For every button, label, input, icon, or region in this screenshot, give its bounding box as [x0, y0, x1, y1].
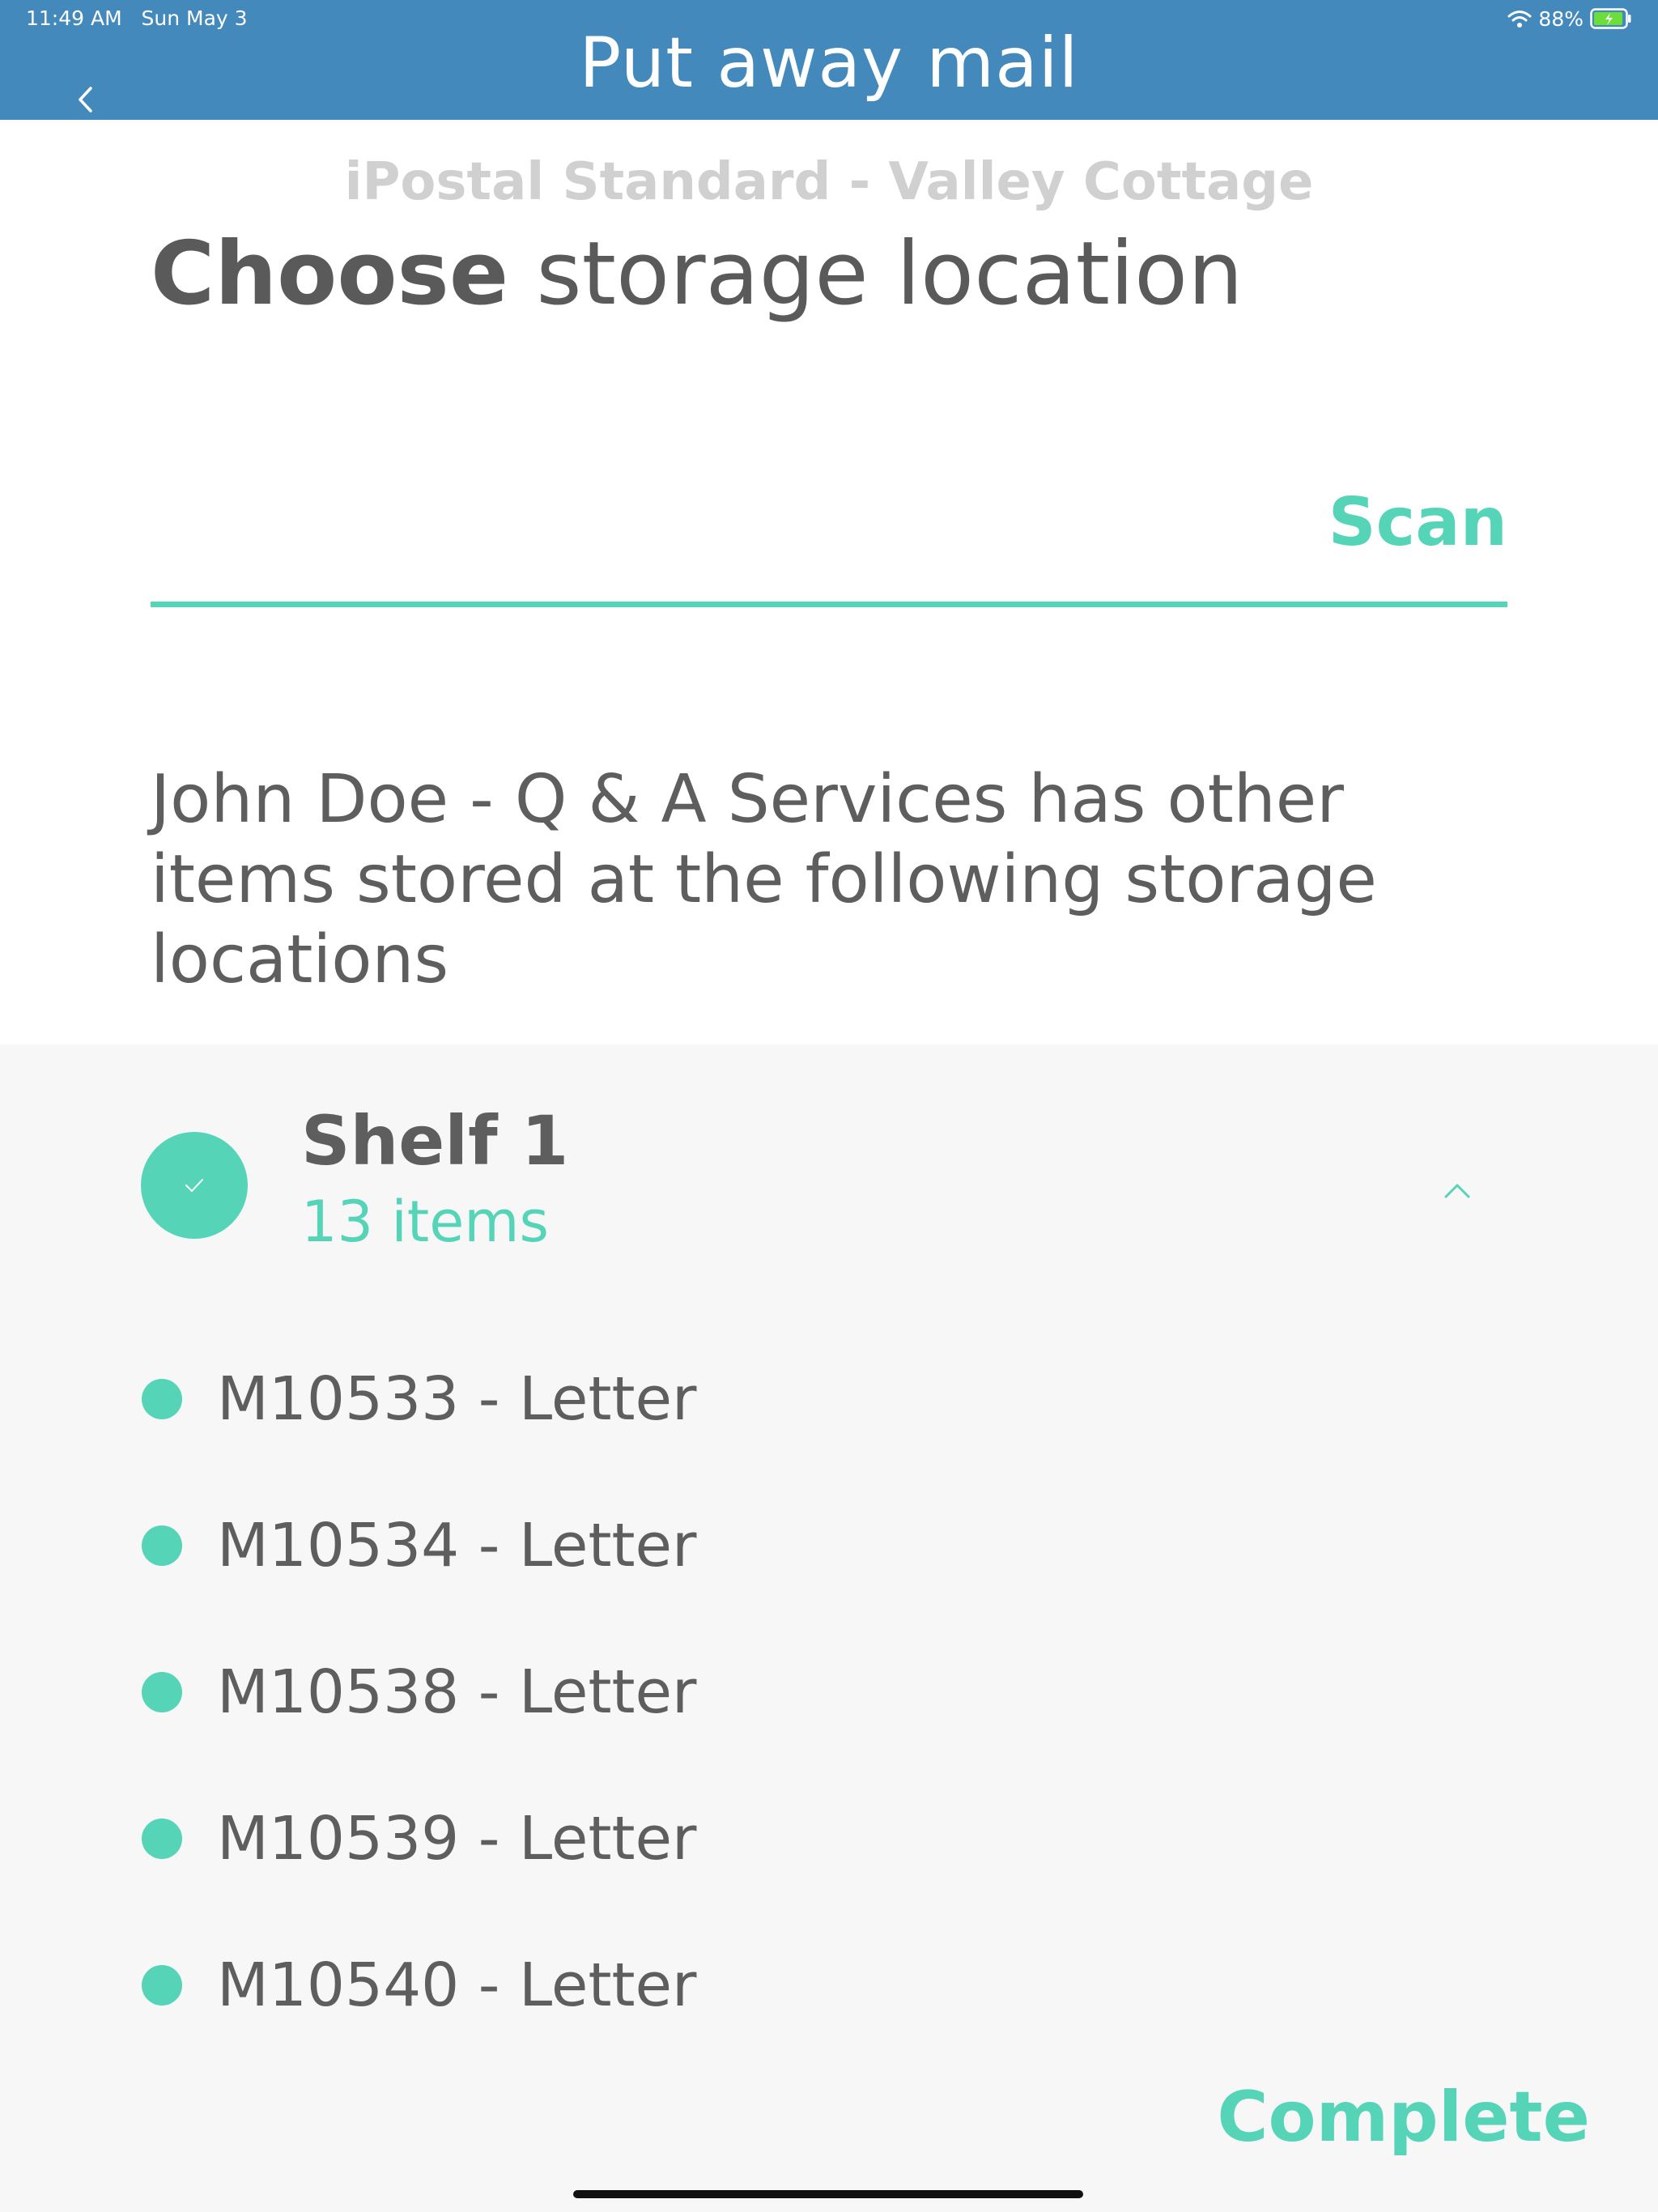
check-icon: [185, 1179, 203, 1192]
complete-button[interactable]: Complete: [1217, 2077, 1590, 2158]
item-label: M10540 - Letter: [217, 1950, 697, 2020]
list-item: M10538 - Letter: [0, 1652, 1658, 1798]
shelf-item-count: 13 items: [301, 1189, 549, 1255]
page-title: Put away mail: [579, 23, 1079, 104]
storage-location-input[interactable]: Scan: [151, 470, 1507, 607]
shelf-name: Shelf 1: [301, 1101, 569, 1180]
heading-rest: storage location: [508, 223, 1244, 325]
chevron-up-icon[interactable]: [1441, 1174, 1473, 1206]
section-heading: Choose storage location: [151, 231, 1244, 318]
item-label: M10533 - Letter: [217, 1364, 697, 1434]
bullet-dot: [142, 1379, 182, 1419]
list-item: M10534 - Letter: [0, 1505, 1658, 1652]
scan-button[interactable]: Scan: [1329, 484, 1507, 561]
shelf-check-badge: [141, 1132, 248, 1239]
shelf-item-list: M10533 - Letter M10534 - Letter M10538 -…: [0, 1359, 1658, 2091]
location-subtitle: iPostal Standard - Valley Cottage: [344, 152, 1314, 212]
list-item: M10539 - Letter: [0, 1798, 1658, 1945]
nav-header: 11:49 AM Sun May 3 88% Put away mail: [0, 0, 1658, 120]
info-text: John Doe - Q & A Services has other item…: [151, 761, 1377, 998]
heading-strong: Choose: [151, 223, 509, 325]
bullet-dot: [142, 1819, 182, 1859]
item-label: M10539 - Letter: [217, 1804, 697, 1874]
home-indicator[interactable]: [573, 2190, 1083, 2198]
item-label: M10538 - Letter: [217, 1657, 697, 1727]
storage-locations-panel: Shelf 1 13 items M10533 - Letter M10534 …: [0, 1044, 1658, 2212]
list-item: M10540 - Letter: [0, 1945, 1658, 2091]
bullet-dot: [142, 1672, 182, 1712]
bullet-dot: [142, 1965, 182, 2006]
list-item: M10533 - Letter: [0, 1359, 1658, 1505]
bullet-dot: [142, 1525, 182, 1566]
shelf-header[interactable]: Shelf 1 13 items: [0, 1044, 1658, 1255]
item-label: M10534 - Letter: [217, 1511, 697, 1580]
